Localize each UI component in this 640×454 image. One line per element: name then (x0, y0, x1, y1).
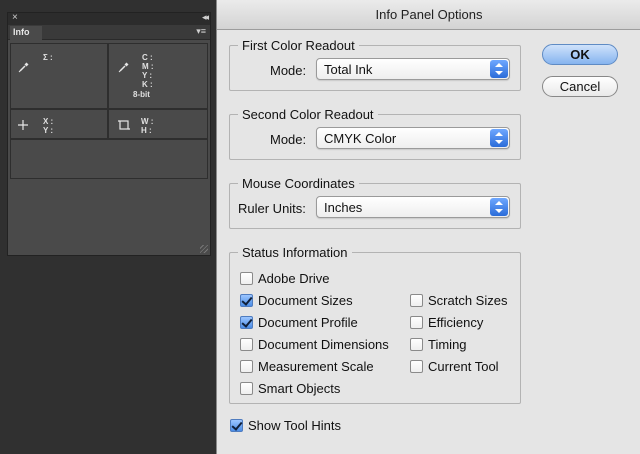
checkbox-label: Document Dimensions (258, 337, 389, 352)
ruler-units-select[interactable]: Inches (316, 196, 510, 218)
first-color-readout-group: First Color Readout Mode: Total Ink (229, 38, 521, 91)
second-color-readout-group: Second Color Readout Mode: CMYK Color (229, 107, 521, 160)
chevron-updown-icon (490, 198, 508, 216)
cyan-label: C : (142, 53, 153, 62)
checkbox[interactable] (240, 294, 253, 307)
checkbox-label: Smart Objects (258, 381, 341, 396)
checkbox-label: Document Profile (258, 315, 358, 330)
sigma-label: Σ : (43, 53, 53, 62)
eyedropper-icon (18, 62, 29, 73)
tab-info[interactable]: Info (10, 26, 42, 40)
mode-label: Mode: (270, 63, 307, 78)
group-title: Status Information (238, 245, 352, 260)
info-panel-options-dialog: Info Panel Options First Color Readout M… (216, 0, 640, 454)
checkbox[interactable] (240, 382, 253, 395)
checkbox-label: Current Tool (428, 359, 499, 374)
resize-grip[interactable] (200, 245, 208, 253)
select-value: Inches (324, 200, 363, 215)
size-cell: W : H : (108, 109, 208, 139)
mouse-coordinates-group: Mouse Coordinates Ruler Units: Inches (229, 176, 521, 229)
black-label: K : (142, 80, 153, 89)
chevron-updown-icon (490, 129, 508, 147)
ok-button[interactable]: OK (542, 44, 618, 65)
select-value: CMYK Color (324, 131, 397, 146)
status-information-group: Status Information Adobe Drive Document … (229, 245, 521, 404)
status-cell (10, 139, 208, 179)
width-label: W : (141, 117, 154, 126)
checkbox-label: Scratch Sizes (428, 293, 508, 308)
checkbox[interactable] (240, 360, 253, 373)
info-panel-titlebar: × ◂◂ (8, 12, 210, 25)
checkbox-label: Adobe Drive (258, 271, 330, 286)
position-cell: X : Y : (10, 109, 108, 139)
checkbox-label: Timing (428, 337, 467, 352)
first-readout-cell: Σ : (10, 43, 108, 109)
ruler-units-label: Ruler Units: (238, 201, 306, 216)
dialog-title: Info Panel Options (217, 0, 640, 30)
info-panel-tabbar: Info ▾≡ (8, 25, 210, 40)
select-value: Total Ink (324, 62, 373, 77)
yellow-label: Y : (142, 71, 153, 80)
checkbox-label: Show Tool Hints (248, 418, 341, 433)
second-readout-cell: C : M : Y : K : 8-bit (108, 43, 208, 109)
eyedropper-icon (118, 62, 129, 73)
height-label: H : (141, 126, 152, 135)
mode-label: Mode: (270, 132, 307, 147)
panel-menu-icon[interactable]: ▾≡ (196, 26, 206, 37)
crosshair-icon (18, 120, 28, 130)
collapse-icon[interactable]: ◂◂ (202, 12, 209, 23)
x-label: X : (43, 117, 54, 126)
group-title: First Color Readout (238, 38, 359, 53)
checkbox-label: Measurement Scale (258, 359, 374, 374)
info-panel: × ◂◂ Info ▾≡ Σ : C : M : Y : K : 8-bit X… (7, 12, 211, 256)
checkbox[interactable] (410, 338, 423, 351)
checkbox[interactable] (240, 316, 253, 329)
selection-size-icon (118, 120, 130, 130)
checkbox[interactable] (240, 272, 253, 285)
bit-depth-label: 8-bit (133, 90, 150, 99)
checkbox-label: Document Sizes (258, 293, 353, 308)
checkbox[interactable] (240, 338, 253, 351)
chevron-updown-icon (490, 60, 508, 78)
checkbox[interactable] (410, 360, 423, 373)
y-label: Y : (43, 126, 54, 135)
first-mode-select[interactable]: Total Ink (316, 58, 510, 80)
group-title: Mouse Coordinates (238, 176, 359, 191)
second-mode-select[interactable]: CMYK Color (316, 127, 510, 149)
group-title: Second Color Readout (238, 107, 378, 122)
checkbox[interactable] (410, 294, 423, 307)
cancel-button[interactable]: Cancel (542, 76, 618, 97)
checkbox[interactable] (230, 419, 243, 432)
magenta-label: M : (142, 62, 154, 71)
checkbox[interactable] (410, 316, 423, 329)
checkbox-label: Efficiency (428, 315, 484, 330)
close-icon[interactable]: × (12, 12, 18, 23)
